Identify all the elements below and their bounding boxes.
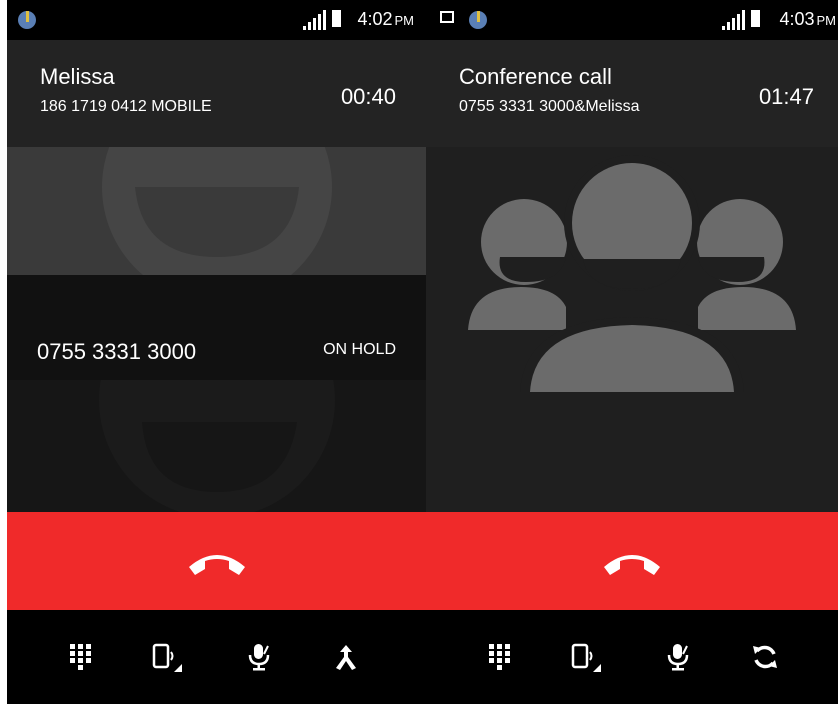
dialpad-icon <box>70 644 91 670</box>
merge-call-icon <box>336 645 356 670</box>
call-controls-bar <box>7 610 426 704</box>
on-hold-label: ON HOLD <box>323 341 396 358</box>
dialpad-button[interactable] <box>485 642 515 672</box>
held-caller-photo <box>7 380 426 512</box>
held-call-number: 0755 3331 3000 <box>37 339 197 364</box>
dialpad-icon <box>489 644 510 670</box>
call-controls-bar <box>426 610 838 704</box>
mute-icon <box>248 644 270 671</box>
conference-photo <box>426 147 838 512</box>
dialpad-button[interactable] <box>66 642 96 672</box>
call-timer: 01:47 <box>758 84 814 109</box>
app-notification-icon <box>18 11 36 29</box>
gallery-notification-icon <box>440 11 454 23</box>
end-call-icon <box>188 555 245 575</box>
battery-icon <box>751 10 760 27</box>
conference-avatar-icon <box>468 155 796 392</box>
status-time: 4:03 PM <box>779 9 836 29</box>
swap-call-icon <box>753 645 777 669</box>
end-call-button[interactable] <box>426 512 838 610</box>
caller-name: Melissa <box>40 64 115 89</box>
speaker-icon <box>152 643 182 672</box>
caller-number: 186 1719 0412 MOBILE <box>40 98 212 115</box>
mute-icon <box>667 644 689 671</box>
call-timer: 00:40 <box>340 84 396 109</box>
left-phone-screen: 4:02 PM Melissa 186 1719 0412 MOBILE 00:4… <box>7 0 426 704</box>
active-call-header[interactable]: Conference call 0755 3331 3000&Melissa 0… <box>426 40 838 147</box>
mute-button[interactable] <box>244 642 274 672</box>
active-call-header[interactable]: Melissa 186 1719 0412 MOBILE 00:40 <box>7 40 426 147</box>
status-time: 4:02 PM <box>357 9 414 29</box>
speaker-icon <box>571 643 601 672</box>
mute-button[interactable] <box>663 642 693 672</box>
battery-icon <box>332 10 341 27</box>
held-avatar-icon <box>99 380 335 512</box>
held-call-row[interactable]: 0755 3331 3000 ON HOLD <box>7 275 426 380</box>
status-bar: 4:03 PM <box>426 0 838 40</box>
speaker-button[interactable] <box>571 642 601 672</box>
app-notification-icon <box>469 11 487 29</box>
status-bar: 4:02 PM <box>7 0 426 40</box>
merge-call-button[interactable] <box>331 642 361 672</box>
swap-call-button[interactable] <box>750 642 780 672</box>
caller-name: Conference call <box>459 64 612 89</box>
end-call-icon <box>604 555 660 575</box>
end-call-button[interactable] <box>7 512 426 610</box>
speaker-button[interactable] <box>152 642 182 672</box>
avatar-icon <box>102 147 332 275</box>
signal-icon <box>303 10 326 30</box>
signal-icon <box>722 10 745 30</box>
right-phone-screen: 4:03 PM Conference call 0755 3331 3000&Me… <box>426 0 838 704</box>
caller-number: 0755 3331 3000&Melissa <box>459 98 640 115</box>
caller-photo <box>7 147 426 275</box>
